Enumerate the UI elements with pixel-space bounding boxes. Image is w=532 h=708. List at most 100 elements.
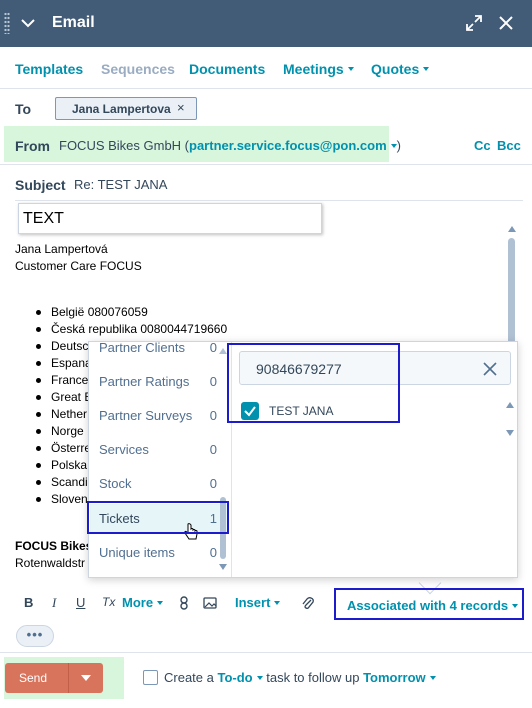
signature-company: FOCUS Bikes [15, 539, 93, 553]
templates-button[interactable]: Templates [15, 61, 83, 77]
editor-scrollbar[interactable] [508, 238, 515, 348]
email-header: Email [0, 0, 532, 47]
object-item-stock[interactable]: Stock 0 [99, 476, 217, 491]
object-item-unique-items[interactable]: Unique items 0 [99, 545, 217, 560]
more-options-button[interactable]: ••• [16, 625, 54, 647]
bold-button[interactable]: B [24, 595, 33, 610]
insert-dropdown[interactable]: Insert [235, 595, 281, 610]
object-count: 0 [209, 374, 217, 389]
list-item: Deutsc [51, 339, 89, 353]
drag-handle-icon[interactable] [4, 12, 10, 34]
cc-button[interactable]: Cc [474, 138, 491, 153]
quotes-dropdown[interactable]: Quotes [371, 61, 430, 77]
object-label: Unique items [99, 545, 175, 560]
list-item: Česká republika 0080044719660 [51, 322, 228, 336]
create-task-checkbox[interactable] [143, 670, 158, 685]
clear-search-icon[interactable] [483, 362, 497, 376]
expand-icon[interactable] [466, 15, 482, 31]
list-item: Norge [51, 424, 84, 438]
list-item: Great B [51, 390, 93, 404]
task-type-dropdown[interactable]: To-do [217, 670, 263, 685]
body-line: Jana Lampertová [15, 242, 108, 256]
bullet-icon [36, 395, 41, 400]
object-item-partner-clients[interactable]: Partner Clients 0 [99, 342, 217, 355]
list-item: France [51, 373, 89, 387]
sequences-button[interactable]: Sequences [101, 61, 175, 77]
object-count: 0 [209, 442, 217, 457]
clear-format-button[interactable]: Tx [102, 595, 115, 609]
object-label: Partner Ratings [99, 374, 190, 389]
todo-prefix: Create a [164, 670, 218, 685]
text-snippet-box[interactable]: TEXT [18, 203, 322, 234]
insert-label: Insert [235, 595, 271, 610]
meetings-dropdown[interactable]: Meetings [283, 61, 354, 77]
scroll-down-icon[interactable] [219, 564, 227, 570]
object-count: 0 [209, 476, 217, 491]
divider [0, 652, 532, 653]
task-due-label: Tomorrow [363, 670, 426, 685]
more-format-label: More [122, 595, 154, 610]
image-icon[interactable] [203, 597, 217, 609]
more-format-dropdown[interactable]: More [122, 595, 164, 610]
bullet-icon [36, 446, 41, 451]
caret-down-icon [423, 67, 430, 72]
bullet-icon [36, 378, 41, 383]
bullet-icon [36, 412, 41, 417]
close-icon[interactable] [498, 15, 514, 31]
bullet-icon [36, 463, 41, 468]
caret-down-icon [390, 143, 397, 148]
send-button[interactable]: Send [5, 663, 103, 693]
object-label: Stock [99, 476, 132, 491]
bullet-icon [36, 344, 41, 349]
annotation-box-search [227, 343, 400, 423]
italic-button[interactable]: I [52, 595, 56, 611]
task-due-dropdown[interactable]: Tomorrow [363, 670, 436, 685]
subject-input[interactable]: Re: TEST JANA [74, 177, 167, 192]
attachment-icon[interactable] [302, 595, 314, 610]
list-item: Nether [51, 407, 88, 421]
caret-down-icon [256, 675, 263, 680]
object-item-partner-surveys[interactable]: Partner Surveys 0 [99, 408, 217, 423]
scroll-up-icon[interactable] [506, 402, 514, 408]
caret-down-icon [347, 67, 354, 72]
create-task-text: Create a To-do task to follow up Tomorro… [164, 670, 436, 685]
chevron-down-icon[interactable] [20, 15, 36, 31]
object-item-partner-ratings[interactable]: Partner Ratings 0 [99, 374, 217, 389]
from-label: From [15, 138, 50, 154]
object-label: Partner Surveys [99, 408, 193, 423]
bullet-icon [36, 497, 41, 502]
scroll-down-icon[interactable] [506, 430, 514, 436]
header-title: Email [52, 14, 95, 31]
link-icon[interactable] [179, 596, 189, 610]
object-item-services[interactable]: Services 0 [99, 442, 217, 457]
documents-button[interactable]: Documents [189, 61, 265, 77]
caret-down-icon [512, 603, 519, 608]
recipient-name: Jana Lampertova [72, 102, 171, 116]
divider [15, 200, 523, 201]
from-email: partner.service.focus@pon.com [189, 138, 387, 153]
send-divider [68, 663, 69, 693]
bullet-icon [36, 327, 41, 332]
bullet-icon [36, 480, 41, 485]
to-label: To [15, 101, 32, 117]
send-label: Send [19, 671, 48, 685]
scroll-up-icon[interactable] [508, 226, 516, 232]
from-selector[interactable]: FOCUS Bikes GmbH (partner.service.focus@… [59, 138, 401, 153]
scroll-up-icon[interactable] [219, 348, 227, 354]
send-options-icon[interactable] [81, 675, 91, 681]
object-count: 0 [209, 341, 217, 355]
todo-middle: task to follow up [262, 670, 364, 685]
body-line: Customer Care FOCUS [15, 259, 142, 273]
object-label: Services [99, 442, 149, 457]
list-item: Scandi [51, 475, 88, 489]
divider [0, 164, 532, 165]
bcc-button[interactable]: Bcc [497, 138, 521, 153]
list-item: België 080076059 [51, 305, 148, 319]
caret-down-icon [157, 600, 164, 605]
remove-recipient-icon[interactable]: × [177, 100, 185, 115]
recipient-chip[interactable]: Jana Lampertova × [55, 97, 197, 120]
associated-records-dropdown[interactable]: Associated with 4 records [347, 598, 519, 613]
bullet-icon [36, 361, 41, 366]
list-item: Sloven [51, 492, 88, 506]
underline-button[interactable]: U [76, 595, 85, 610]
